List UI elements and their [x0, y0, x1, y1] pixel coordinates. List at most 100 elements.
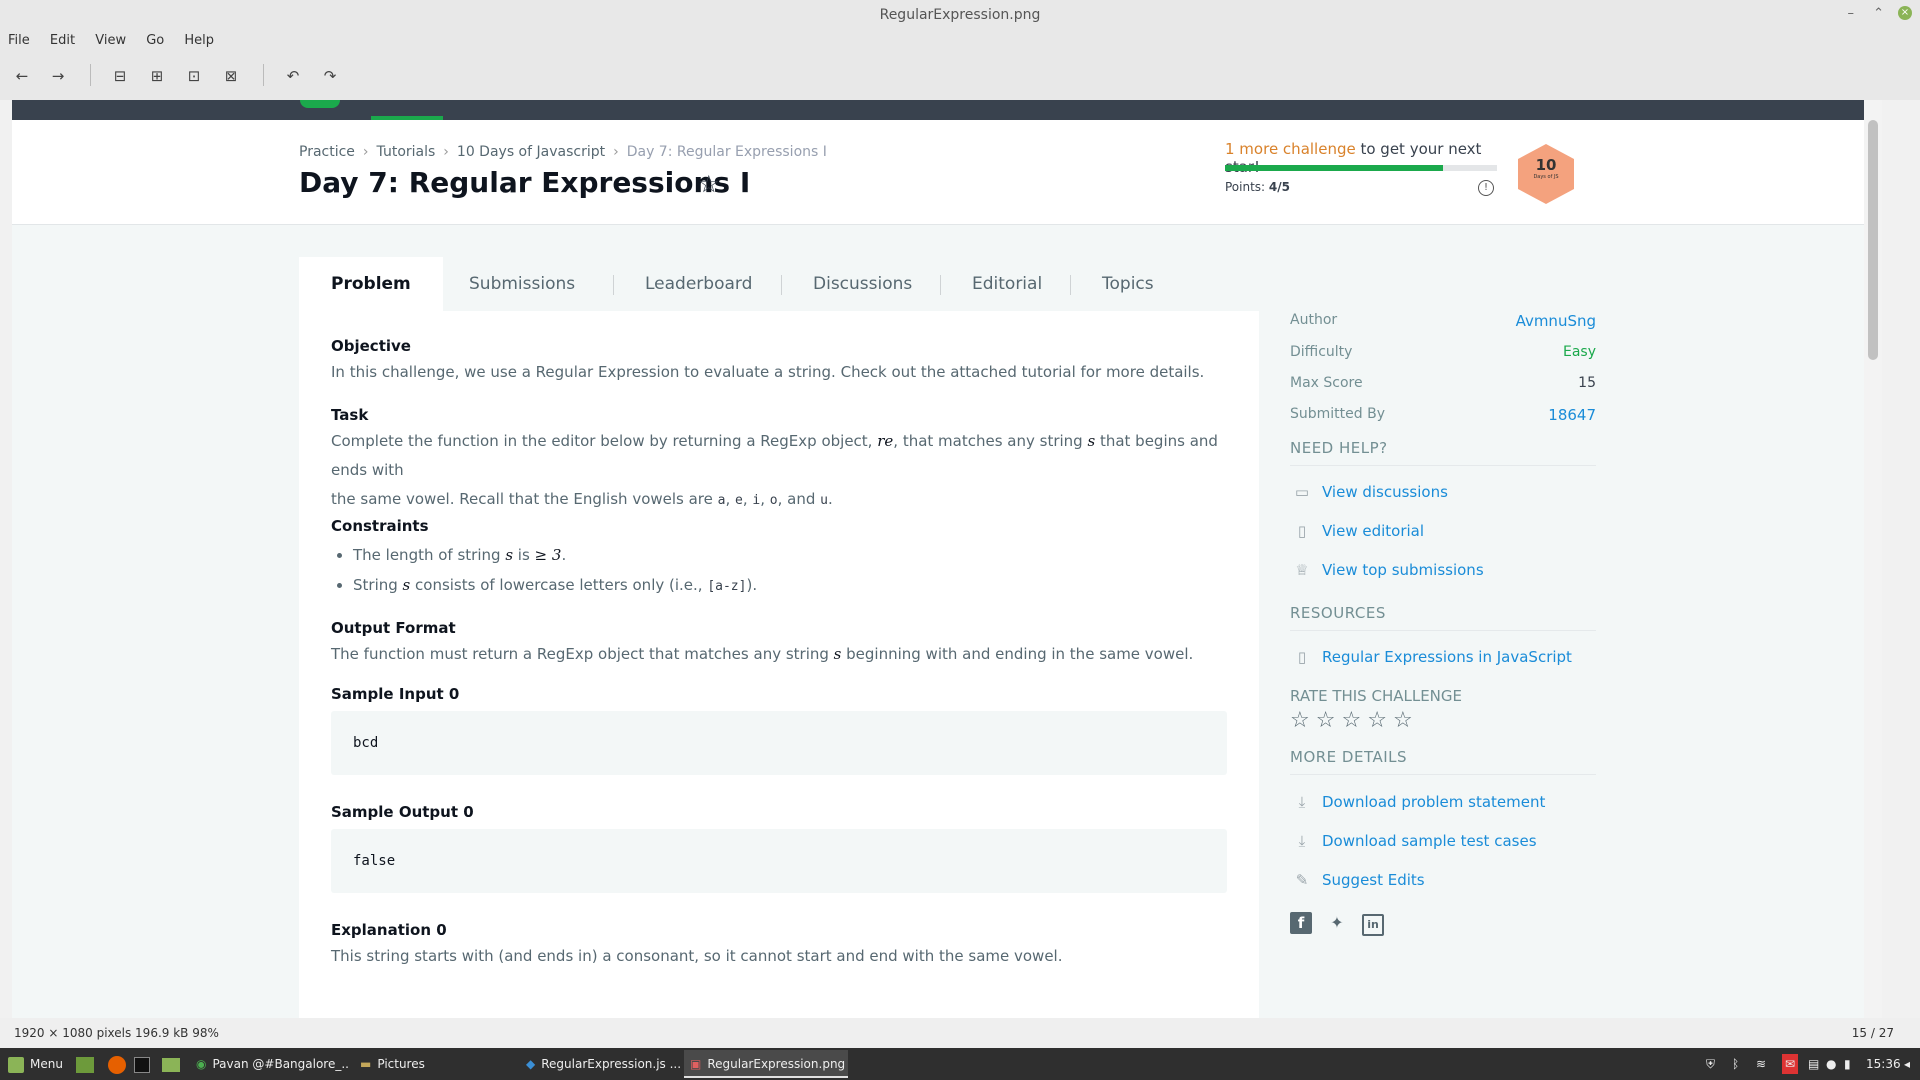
output-b: beginning with and ending in the same vo… [841, 645, 1194, 663]
book-icon: ▯ [1297, 522, 1307, 540]
task-vscode[interactable]: ◆ RegularExpression.js ... [520, 1050, 684, 1078]
back-arrow-icon[interactable]: ← [12, 66, 32, 86]
zoom-out-icon[interactable]: ⊟ [110, 66, 130, 86]
show-desktop-icon[interactable] [70, 1050, 100, 1078]
zoom-normal-icon[interactable]: ⊡ [184, 66, 204, 86]
tab-discussions[interactable]: Discussions [813, 257, 912, 311]
clipboard-icon[interactable]: ▤ [1808, 1048, 1819, 1080]
difficulty-value: Easy [1562, 344, 1596, 360]
alert-icon[interactable]: ✉ [1782, 1054, 1799, 1074]
task-text-1: Complete the function in the editor belo… [331, 432, 878, 450]
files-launcher-icon[interactable] [156, 1050, 186, 1078]
tab-problem[interactable]: Problem [299, 257, 443, 311]
rotate-right-icon[interactable]: ↷ [320, 66, 340, 86]
task-chrome[interactable]: ◉ Pavan @#Bangalore_... [190, 1050, 348, 1078]
breadcrumb-10-days[interactable]: 10 Days of Javascript [457, 144, 605, 160]
start-menu-button[interactable]: Menu [2, 1050, 69, 1078]
max-score-label: Max Score [1290, 375, 1363, 391]
battery-icon[interactable]: ▮ [1844, 1048, 1851, 1080]
volume-icon[interactable]: ◂ [1904, 1048, 1910, 1080]
submitted-by-link[interactable]: 18647 [1548, 406, 1596, 424]
zoom-in-icon[interactable]: ⊞ [147, 66, 167, 86]
breadcrumb-tutorials[interactable]: Tutorials [377, 144, 436, 160]
menu-edit[interactable]: Edit [42, 30, 83, 48]
bookmark-star-icon[interactable]: ☆ [698, 170, 720, 198]
download-testcases-label: Download sample test cases [1322, 832, 1537, 850]
resource-regex-link[interactable]: ▯ Regular Expressions in JavaScript [1290, 648, 1572, 672]
minimize-icon[interactable]: – [1848, 0, 1855, 30]
more-details-heading: MORE DETAILS [1290, 748, 1596, 775]
c1-b: is [513, 546, 535, 564]
download-icon: ⤓ [1298, 793, 1306, 811]
info-icon[interactable]: ! [1478, 180, 1494, 196]
view-editorial-link[interactable]: ▯ View editorial [1290, 522, 1424, 546]
menu-view[interactable]: View [87, 30, 134, 48]
task-chrome-label: Pavan @#Bangalore_... [212, 1057, 348, 1071]
facebook-icon[interactable]: f [1290, 912, 1312, 934]
star-2-icon[interactable]: ☆ [1316, 708, 1342, 733]
site-navbar [12, 100, 1882, 120]
mint-logo-icon [8, 1056, 24, 1073]
tab-topics[interactable]: Topics [1102, 257, 1154, 311]
scrollbar-thumb[interactable] [1868, 120, 1878, 360]
chevron-right-icon: › [362, 144, 369, 160]
output-format-text: The function must return a RegExp object… [331, 640, 1193, 669]
problem-panel: Objective In this challenge, we use a Re… [299, 311, 1259, 1018]
tab-submissions[interactable]: Submissions [469, 257, 575, 311]
task-text: Complete the function in the editor belo… [331, 432, 1218, 508]
challenge-count-link[interactable]: 1 more challenge [1225, 140, 1356, 158]
view-top-submissions-link[interactable]: ♕ View top submissions [1290, 561, 1483, 585]
tab-editorial[interactable]: Editorial [972, 257, 1042, 311]
task-image-viewer[interactable]: ▣ RegularExpression.png [684, 1050, 848, 1078]
terminal-launcher-icon[interactable] [128, 1050, 156, 1078]
author-row: Author AvmnuSng [1290, 312, 1596, 340]
star-4-icon[interactable]: ☆ [1367, 708, 1393, 733]
download-testcases-link[interactable]: ⤓ Download sample test cases [1290, 832, 1537, 856]
challenge-header [12, 120, 1882, 225]
chevron-right-icon: › [613, 144, 619, 160]
star-1-icon[interactable]: ☆ [1290, 708, 1316, 733]
viewer-toolbar: ← → ⊟ ⊞ ⊡ ⊠ ↶ ↷ [0, 52, 1920, 100]
linkedin-icon[interactable]: in [1362, 914, 1384, 936]
star-3-icon[interactable]: ☆ [1341, 708, 1367, 733]
logo-icon [300, 100, 340, 108]
maximize-icon[interactable]: ⌃ [1873, 0, 1884, 30]
forward-arrow-icon[interactable]: → [48, 66, 68, 86]
menu-help[interactable]: Help [176, 30, 222, 48]
c2-code: [a-z] [707, 579, 747, 594]
page-scrollbar[interactable] [1864, 100, 1882, 1018]
discussion-icon: ▭ [1294, 483, 1310, 501]
breadcrumb: Practice › Tutorials › 10 Days of Javascript… [299, 144, 827, 160]
star-5-icon[interactable]: ☆ [1393, 708, 1419, 733]
points-value: 4/5 [1268, 180, 1291, 194]
suggest-edits-link[interactable]: ✎ Suggest Edits [1290, 871, 1425, 895]
menu-go[interactable]: Go [138, 30, 172, 48]
pencil-icon: ✎ [1295, 871, 1309, 889]
toolbar-divider [263, 64, 264, 86]
tab-leaderboard[interactable]: Leaderboard [645, 257, 752, 311]
constraints-heading: Constraints [331, 517, 429, 535]
breadcrumb-practice[interactable]: Practice [299, 144, 355, 160]
shield-icon[interactable]: ⛨ [1706, 1048, 1715, 1080]
tab-divider [940, 275, 941, 295]
wifi-icon[interactable]: ≋ [1756, 1048, 1766, 1080]
math-re: re [877, 432, 894, 450]
task-pictures[interactable]: ▬ Pictures [354, 1050, 514, 1078]
download-statement-label: Download problem statement [1322, 793, 1546, 811]
c2-c: ). [746, 576, 758, 594]
clock[interactable]: 15:36 [1866, 1048, 1901, 1080]
download-statement-link[interactable]: ⤓ Download problem statement [1290, 793, 1546, 817]
close-icon[interactable]: × [1898, 6, 1912, 20]
rotate-left-icon[interactable]: ↶ [283, 66, 303, 86]
user-icon[interactable]: ● [1826, 1048, 1836, 1080]
view-discussions-link[interactable]: ▭ View discussions [1290, 483, 1448, 507]
challenge-tabs: Problem Submissions Leaderboard Discussi… [299, 257, 1259, 311]
author-link[interactable]: AvmnuSng [1516, 312, 1596, 330]
menu-file[interactable]: File [0, 30, 38, 48]
twitter-icon[interactable]: ✦ [1326, 912, 1348, 934]
c1-a: The length of string [353, 546, 506, 564]
bluetooth-icon[interactable]: ᛒ [1732, 1048, 1739, 1080]
zoom-fit-icon[interactable]: ⊠ [221, 66, 241, 86]
task-text-2: , that matches any string [893, 432, 1088, 450]
author-label: Author [1290, 312, 1338, 328]
